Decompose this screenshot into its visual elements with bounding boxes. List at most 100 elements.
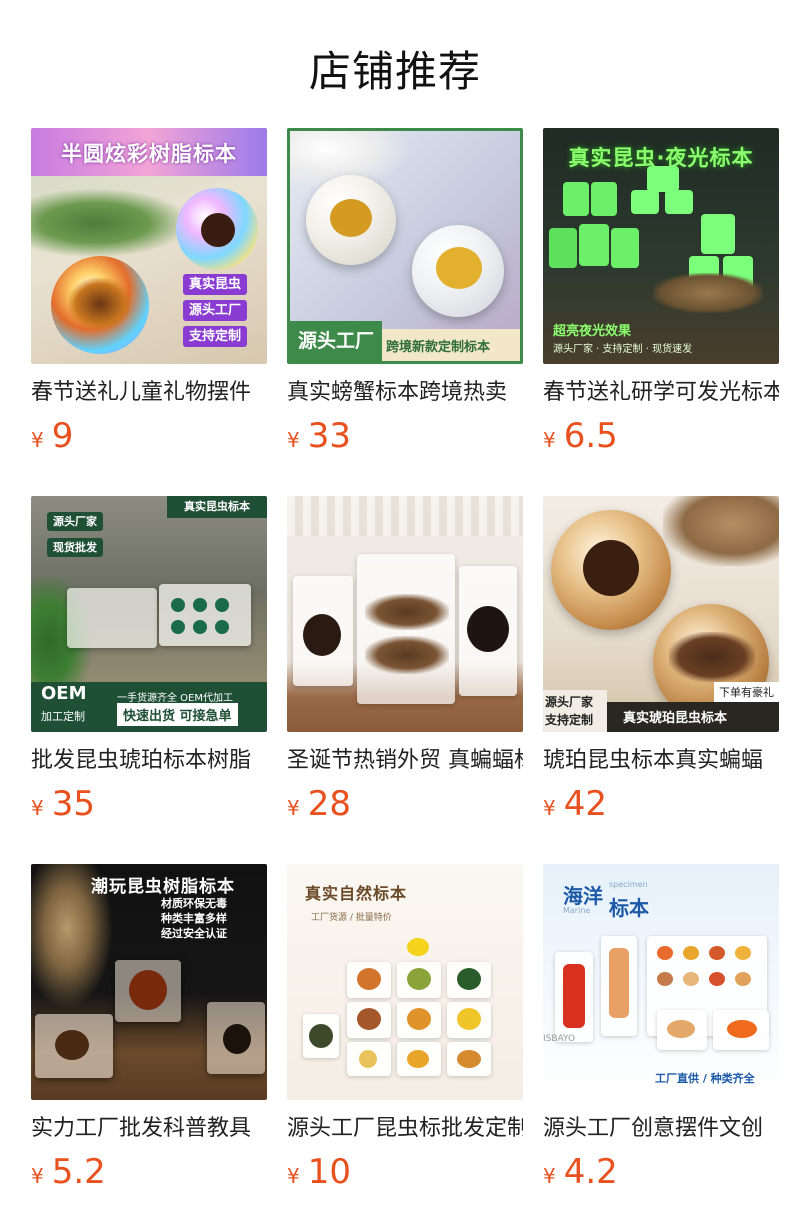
product-image[interactable]: 源头工厂 跨境新款定制标本 (287, 128, 523, 364)
image-line: 种类丰富多样 (161, 912, 227, 925)
glow-cube (701, 214, 735, 254)
image-left-line2: 支持定制 (545, 713, 594, 727)
product-image[interactable]: 真实昆虫标本 源头厂家 现货批发 OEM 加工定制 一手货源齐全 OEM代加工 … (31, 496, 267, 732)
product-card[interactable]: 真实昆虫·夜光标本 超亮夜光效果 源头厂家 · 支持定制 · 现货速发 春节送礼… (543, 128, 779, 460)
bat-specimen (669, 632, 755, 682)
currency-symbol: ¥ (31, 1164, 44, 1188)
product-card[interactable]: 海洋 specimen Marine 标本 ISBAYO 工厂直供 / 种类齐全… (543, 864, 779, 1196)
product-image[interactable]: 半圆炫彩树脂标本 真实昆虫 源头工厂 支持定制 (31, 128, 267, 364)
image-line: 经过安全认证 (161, 927, 227, 940)
product-price: ¥6.5 (543, 418, 779, 460)
image-headline-2: 标本 (609, 896, 649, 920)
price-value: 28 (307, 784, 351, 824)
glow-cube (631, 190, 659, 214)
image-banner-right: 跨境新款定制标本 (386, 340, 491, 355)
product-name[interactable]: 源头工厂昆虫标批发定制 (287, 1114, 523, 1144)
image-headline-en-2: Marine (563, 906, 591, 915)
insect-specimen (55, 1030, 89, 1060)
price-value: 10 (307, 1152, 351, 1192)
image-headline: 潮玩昆虫树脂标本 (91, 877, 235, 897)
image-corner-label: 真实昆虫标本 (167, 496, 267, 518)
spider-specimen (201, 213, 235, 247)
glow-cube (549, 228, 577, 268)
butterfly-specimen (407, 938, 429, 956)
product-image[interactable]: 真实自然标本 工厂货源 / 批量特价 (287, 864, 523, 1100)
beetle-specimen (223, 1024, 251, 1054)
glow-cube (579, 224, 609, 266)
product-card[interactable]: 真实自然标本 工厂货源 / 批量特价 源头工厂昆虫标批发定制 ¥ 10 (287, 864, 523, 1196)
currency-symbol: ¥ (543, 1164, 556, 1188)
glow-cube (647, 166, 679, 192)
price-value: 6.5 (563, 416, 618, 456)
currency-symbol: ¥ (287, 796, 300, 820)
product-name[interactable]: 春节送礼儿童礼物摆件 (31, 378, 267, 408)
product-grid: 半圆炫彩树脂标本 真实昆虫 源头工厂 支持定制 春节送礼儿童礼物摆件 ¥9 源头… (0, 0, 790, 1232)
resin-block (159, 584, 251, 646)
glow-cube (591, 182, 617, 216)
image-line: 材质环保无毒 (161, 897, 227, 910)
product-price: ¥10 (287, 1154, 523, 1196)
image-headline-en-1: specimen (609, 880, 648, 889)
product-name[interactable]: 真实螃蟹标本跨境热卖 (287, 378, 523, 408)
product-price: ¥35 (31, 786, 267, 828)
product-image[interactable]: 海洋 specimen Marine 标本 ISBAYO 工厂直供 / 种类齐全 (543, 864, 779, 1100)
product-name[interactable]: 批发昆虫琥珀标本树脂 (31, 746, 267, 776)
image-right-label: 真实琥珀昆虫标本 (623, 711, 728, 726)
currency-symbol: ¥ (31, 428, 44, 452)
image-left-line1: 源头厂家 (545, 695, 594, 709)
glow-cube (563, 182, 589, 216)
currency-symbol: ¥ (543, 796, 556, 820)
product-name[interactable]: 圣诞节热销外贸 真蝙蝠标本 (287, 746, 523, 776)
product-name[interactable]: 琥珀昆虫标本真实蝙蝠 (543, 746, 779, 776)
tarantula-specimen (303, 614, 341, 656)
product-price: ¥4.2 (543, 1154, 779, 1196)
currency-symbol: ¥ (287, 1164, 300, 1188)
product-card[interactable]: 下单有豪礼 源头厂家 支持定制 真实琥珀昆虫标本 琥珀昆虫标本真实蝙蝠 ¥42 (543, 496, 779, 828)
currency-symbol: ¥ (543, 428, 556, 452)
image-tag: 支持定制 (183, 326, 248, 347)
image-subline: 工厂货源 / 批量特价 (311, 913, 392, 923)
product-name[interactable]: 春节送礼研学可发光标本 (543, 378, 779, 408)
crab-specimen (330, 199, 372, 237)
bat-specimen (365, 594, 449, 630)
product-image[interactable]: 真实昆虫·夜光标本 超亮夜光效果 源头厂家 · 支持定制 · 现货速发 (543, 128, 779, 364)
price-value: 42 (563, 784, 607, 824)
product-card[interactable]: 真实昆虫标本 源头厂家 现货批发 OEM 加工定制 一手货源齐全 OEM代加工 … (31, 496, 267, 828)
product-image[interactable] (287, 496, 523, 732)
bat-specimen (365, 636, 449, 674)
product-card[interactable]: 半圆炫彩树脂标本 真实昆虫 源头工厂 支持定制 春节送礼儿童礼物摆件 ¥9 (31, 128, 267, 460)
product-image[interactable]: 潮玩昆虫树脂标本 材质环保无毒 种类丰富多样 经过安全认证 (31, 864, 267, 1100)
image-strip-top: 一手货源齐全 OEM代加工 (117, 693, 233, 704)
image-footer: 源头厂家 · 支持定制 · 现货速发 (553, 344, 693, 355)
image-banner-left: 源头工厂 (290, 321, 382, 361)
image-headline-1: 海洋 (563, 884, 603, 908)
product-name[interactable]: 源头工厂创意摆件文创 (543, 1114, 779, 1144)
image-tag: 真实昆虫 (183, 274, 248, 295)
product-price: ¥5.2 (31, 1154, 267, 1196)
product-price: ¥42 (543, 786, 779, 828)
product-card[interactable]: 潮玩昆虫树脂标本 材质环保无毒 种类丰富多样 经过安全认证 实力工厂批发科普教具… (31, 864, 267, 1196)
image-oem-sub: 加工定制 (41, 710, 85, 723)
image-oem: OEM (41, 683, 87, 704)
image-tag: 源头厂家 (47, 512, 103, 531)
product-price: ¥33 (287, 418, 523, 460)
price-value: 33 (307, 416, 351, 456)
tarantula-specimen (467, 606, 509, 652)
currency-symbol: ¥ (31, 796, 44, 820)
resin-block (67, 588, 157, 648)
price-value: 5.2 (51, 1152, 106, 1192)
product-card[interactable]: 圣诞节热销外贸 真蝙蝠标本 ¥28 (287, 496, 523, 828)
hornet-specimen (129, 970, 167, 1010)
currency-symbol: ¥ (287, 428, 300, 452)
product-card[interactable]: 源头工厂 跨境新款定制标本 真实螃蟹标本跨境热卖 ¥33 (287, 128, 523, 460)
glow-cube (665, 190, 693, 214)
product-name[interactable]: 实力工厂批发科普教具 (31, 1114, 267, 1144)
image-headline: 半圆炫彩树脂标本 (61, 142, 237, 166)
image-strip-bottom: 快速出货 可接急单 (117, 703, 238, 726)
image-tag: 现货批发 (47, 538, 103, 557)
image-tag: 源头工厂 (183, 300, 248, 321)
image-box-text: ISBAYO (543, 1034, 576, 1044)
product-image[interactable]: 下单有豪礼 源头厂家 支持定制 真实琥珀昆虫标本 (543, 496, 779, 732)
turtle-specimen (309, 1024, 333, 1048)
image-headline: 真实自然标本 (305, 884, 408, 903)
